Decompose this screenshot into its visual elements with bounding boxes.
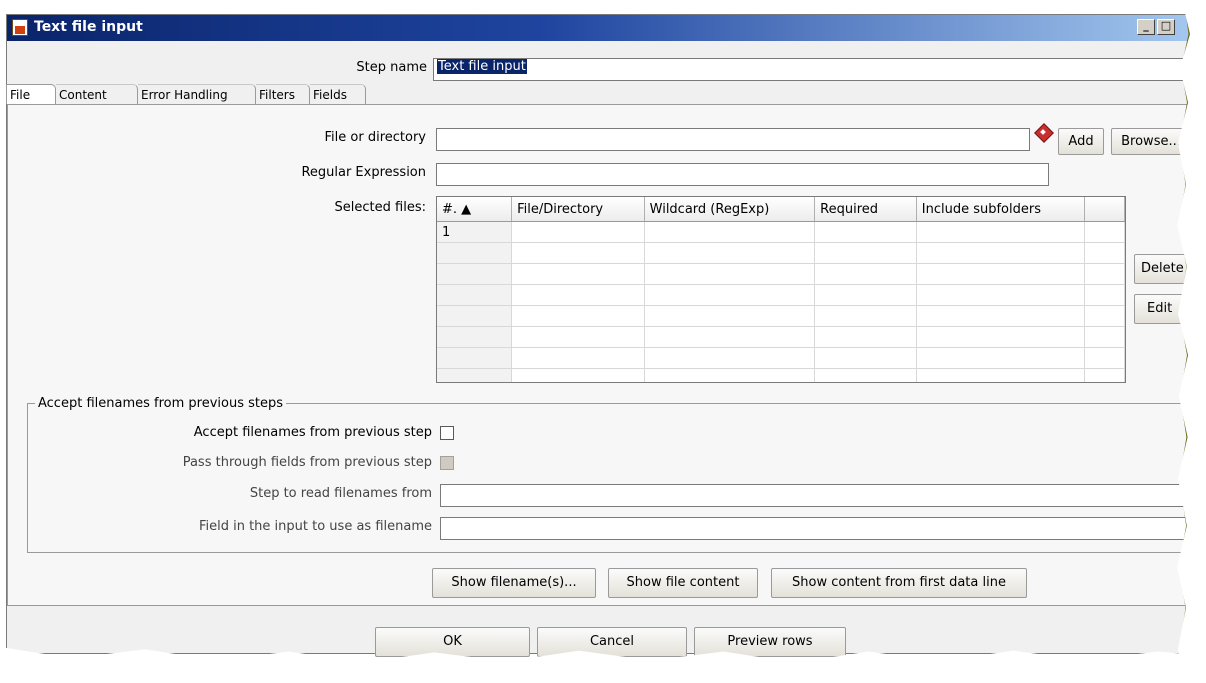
table-row[interactable]: [437, 347, 1125, 369]
table-cell[interactable]: [814, 221, 917, 243]
selected-files-label: Selected files:: [334, 200, 426, 215]
table-cell[interactable]: [644, 347, 816, 369]
table-row[interactable]: [437, 242, 1125, 264]
show-filenames-button[interactable]: Show filename(s)...: [432, 568, 596, 598]
table-cell[interactable]: [814, 242, 917, 264]
accept-filenames-checkbox[interactable]: [440, 426, 454, 440]
table-cell[interactable]: [1084, 263, 1125, 285]
tab-filters[interactable]: Filters: [256, 84, 310, 104]
regex-input[interactable]: [436, 163, 1049, 186]
table-cell[interactable]: [814, 305, 917, 327]
table-row[interactable]: [437, 305, 1125, 327]
table-cell[interactable]: [916, 263, 1086, 285]
table-row[interactable]: 1: [437, 221, 1125, 243]
step-name-label: Step name: [356, 60, 427, 75]
table-cell[interactable]: [814, 284, 917, 306]
table-cell[interactable]: [916, 221, 1086, 243]
file-or-directory-label: File or directory: [324, 130, 426, 145]
table-header-row: #. ▲ File/Directory Wildcard (RegExp) Re…: [437, 197, 1125, 222]
table-cell[interactable]: [644, 368, 816, 382]
step-to-read-input[interactable]: [440, 484, 1206, 507]
table-cell[interactable]: [916, 347, 1086, 369]
app-icon: [12, 19, 28, 36]
table-cell[interactable]: [814, 347, 917, 369]
file-or-directory-input[interactable]: [436, 128, 1030, 151]
table-cell[interactable]: [644, 221, 816, 243]
table-row[interactable]: [437, 368, 1125, 382]
table-cell[interactable]: [511, 305, 645, 327]
table-cell[interactable]: [437, 326, 513, 348]
table-row[interactable]: [437, 263, 1125, 285]
step-name-input[interactable]: Text file input: [433, 58, 1205, 81]
pass-through-label: Pass through fields from previous step: [182, 455, 432, 470]
table-cell[interactable]: [1084, 242, 1125, 264]
table-cell[interactable]: [437, 284, 513, 306]
title-bar: Text file input _ □: [7, 15, 1205, 41]
table-cell[interactable]: [644, 242, 816, 264]
field-filename-input[interactable]: [440, 517, 1206, 540]
table-cell[interactable]: [1084, 284, 1125, 306]
table-cell[interactable]: [1084, 305, 1125, 327]
table-cell[interactable]: [644, 263, 816, 285]
accept-filenames-legend: Accept filenames from previous steps: [35, 396, 287, 411]
table-cell[interactable]: [916, 368, 1086, 382]
table-cell[interactable]: [916, 284, 1086, 306]
cancel-button[interactable]: Cancel: [537, 627, 687, 657]
step-name-value: Text file input: [437, 59, 527, 74]
table-cell[interactable]: [437, 242, 513, 264]
selected-files-table[interactable]: #. ▲ File/Directory Wildcard (RegExp) Re…: [436, 196, 1126, 383]
table-cell[interactable]: [437, 368, 513, 382]
ok-button[interactable]: OK: [375, 627, 530, 657]
table-cell[interactable]: [511, 263, 645, 285]
add-button[interactable]: Add: [1058, 128, 1104, 155]
tab-file[interactable]: File: [6, 84, 56, 104]
table-cell[interactable]: [1084, 326, 1125, 348]
table-cell[interactable]: [916, 242, 1086, 264]
tab-fields[interactable]: Fields: [310, 84, 366, 104]
column-header-number[interactable]: #. ▲: [437, 197, 513, 222]
window-title: Text file input: [34, 19, 143, 35]
table-cell[interactable]: [1084, 347, 1125, 369]
tab-content[interactable]: Content: [56, 84, 138, 104]
minimize-button[interactable]: _: [1137, 19, 1155, 35]
table-cell[interactable]: [511, 368, 645, 382]
table-cell[interactable]: [437, 263, 513, 285]
table-cell[interactable]: [644, 284, 816, 306]
field-filename-label: Field in the input to use as filename: [198, 519, 432, 534]
table-cell[interactable]: [814, 263, 917, 285]
table-row[interactable]: [437, 326, 1125, 348]
table-cell[interactable]: [511, 221, 645, 243]
regex-label: Regular Expression: [301, 165, 426, 180]
table-cell[interactable]: [814, 368, 917, 382]
column-header-blank: [1084, 197, 1125, 222]
column-header-include-subfolders[interactable]: Include subfolders: [916, 197, 1086, 222]
table-cell[interactable]: [644, 326, 816, 348]
column-header-wildcard[interactable]: Wildcard (RegExp): [644, 197, 816, 222]
pass-through-checkbox[interactable]: [440, 456, 454, 470]
column-header-required[interactable]: Required: [814, 197, 917, 222]
table-cell[interactable]: 1: [437, 221, 513, 243]
table-cell[interactable]: [437, 347, 513, 369]
table-cell[interactable]: [511, 326, 645, 348]
table-cell[interactable]: [511, 347, 645, 369]
table-cell[interactable]: [644, 305, 816, 327]
table-cell[interactable]: [916, 326, 1086, 348]
column-header-file-directory[interactable]: File/Directory: [511, 197, 645, 222]
show-content-first-line-button[interactable]: Show content from first data line: [771, 568, 1027, 598]
restore-button[interactable]: □: [1157, 19, 1175, 35]
table-cell[interactable]: [916, 305, 1086, 327]
table-cell[interactable]: [437, 305, 513, 327]
table-cell[interactable]: [511, 242, 645, 264]
table-cell[interactable]: [1084, 221, 1125, 243]
step-to-read-label: Step to read filenames from: [249, 486, 432, 501]
accept-filenames-label: Accept filenames from previous step: [193, 425, 432, 440]
table-row[interactable]: [437, 284, 1125, 306]
show-file-content-button[interactable]: Show file content: [608, 568, 758, 598]
table-cell[interactable]: [814, 326, 917, 348]
table-cell[interactable]: [511, 284, 645, 306]
table-cell[interactable]: [1084, 368, 1125, 382]
tab-error-handling[interactable]: Error Handling: [138, 84, 256, 104]
